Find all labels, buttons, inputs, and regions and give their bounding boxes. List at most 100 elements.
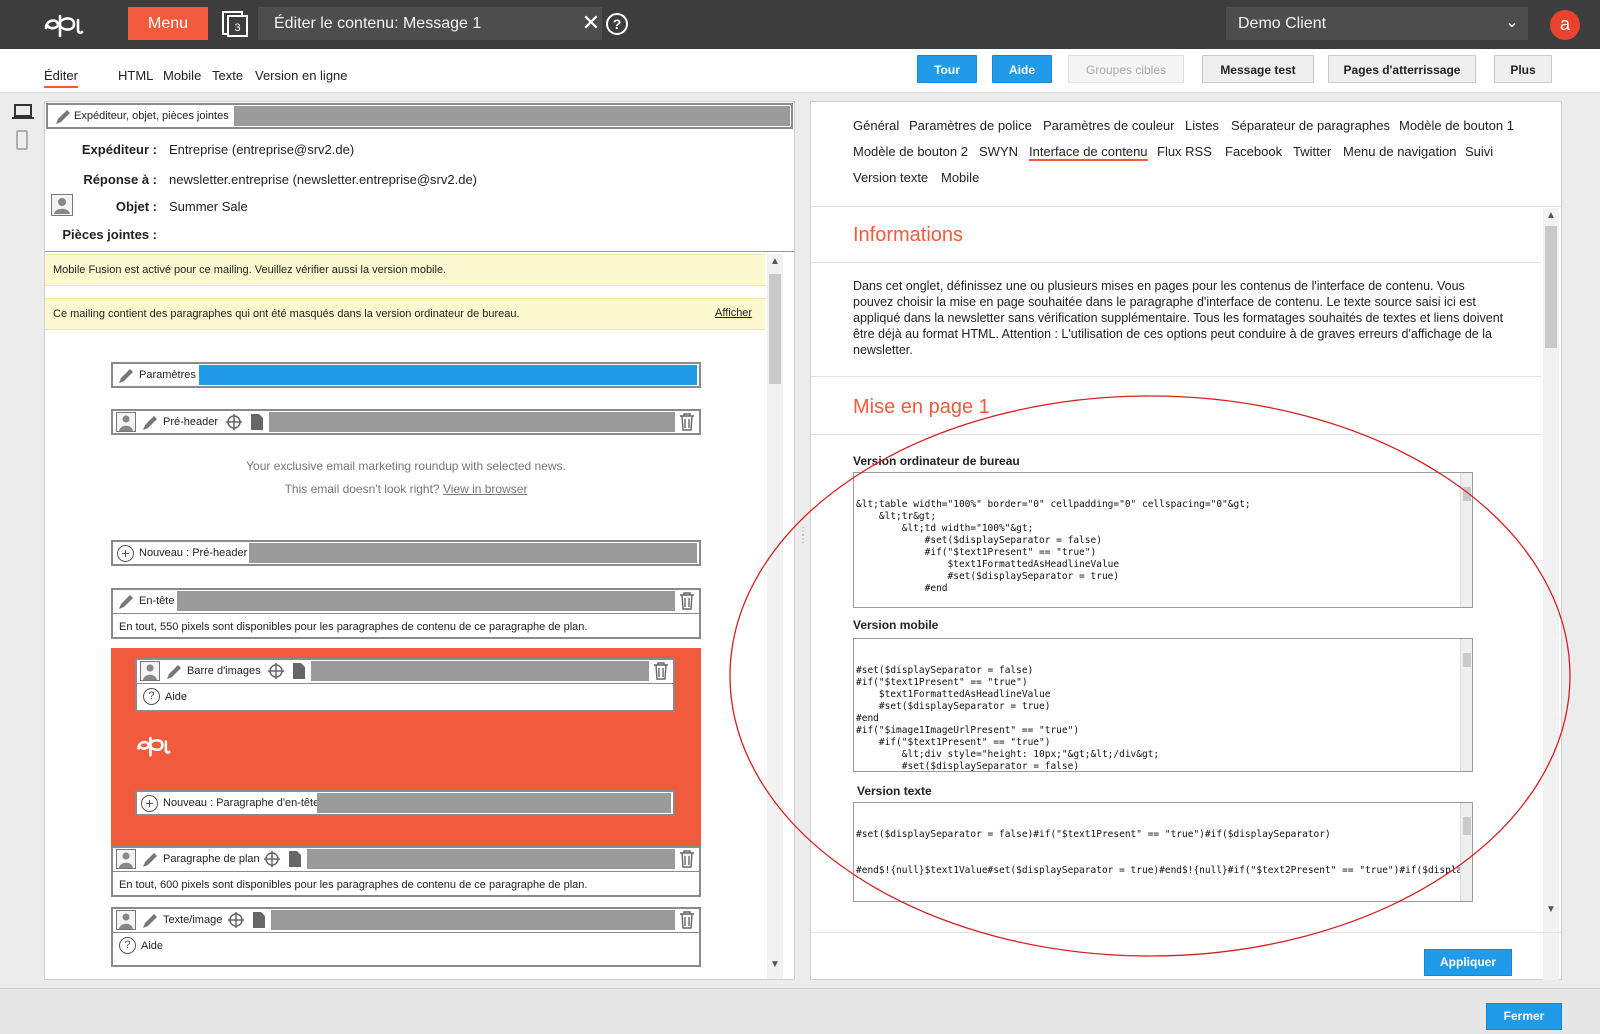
tab-version-en-ligne[interactable]: Version en ligne [255, 68, 348, 88]
parametres-bar[interactable]: Paramètres [111, 362, 701, 388]
nav-general[interactable]: Général [853, 118, 899, 133]
menu-button[interactable]: Menu [128, 7, 208, 40]
aide-label[interactable]: Aide [141, 940, 163, 952]
splitter-handle-icon[interactable]: ⋮ ⋮ [798, 527, 808, 554]
pencil-icon[interactable] [54, 108, 72, 126]
scroll-thumb[interactable] [1545, 226, 1557, 348]
left-scrollbar[interactable]: ▲ ▼ [767, 254, 783, 979]
target-icon[interactable] [267, 662, 285, 680]
scroll-thumb[interactable] [769, 274, 781, 384]
target-icon[interactable] [227, 911, 245, 929]
nav-content-interface[interactable]: Interface de contenu [1029, 144, 1148, 161]
nav-navigation-menu[interactable]: Menu de navigation [1343, 144, 1456, 159]
sender-section-bar[interactable]: Expéditeur, objet, pièces jointes [46, 103, 793, 129]
person-icon[interactable] [116, 412, 136, 432]
nav-paragraph-separator[interactable]: Séparateur de paragraphes [1231, 118, 1390, 133]
apply-button[interactable]: Appliquer [1424, 949, 1512, 976]
preheader-bar[interactable]: Pré-header [111, 409, 701, 435]
desktop-code-field[interactable]: &lt;table width="100%" border="0" cellpa… [853, 472, 1473, 608]
plus-circle-icon[interactable]: + [117, 545, 134, 562]
person-icon[interactable] [116, 910, 136, 930]
groupes-cibles-button[interactable]: Groupes cibles [1068, 55, 1184, 83]
nav-font-settings[interactable]: Paramètres de police [909, 118, 1032, 133]
view-in-browser-link[interactable]: View in browser [443, 482, 527, 496]
tab-texte[interactable]: Texte [212, 68, 243, 88]
aide-button[interactable]: Aide [992, 55, 1052, 83]
trash-icon[interactable] [653, 662, 669, 680]
trash-icon[interactable] [679, 911, 695, 929]
copy-icon[interactable] [251, 911, 267, 929]
tab-editer[interactable]: Éditer [44, 68, 78, 88]
target-icon[interactable] [263, 850, 281, 868]
new-header-paragraph-bar[interactable]: + Nouveau : Paragraphe d'en-tête [135, 790, 675, 816]
nav-tracking[interactable]: Suivi [1465, 144, 1493, 159]
close-icon[interactable]: ✕ [580, 10, 602, 36]
pencil-icon[interactable] [165, 663, 183, 681]
scroll-up-icon[interactable]: ▲ [770, 256, 780, 267]
code-scrollbar[interactable] [1460, 803, 1472, 901]
mobile-code-field[interactable]: #set($displaySeparator = false) #if("$te… [853, 638, 1473, 772]
entete-block[interactable]: En-tête En tout, 550 pixels sont disponi… [111, 588, 701, 639]
trash-icon[interactable] [679, 592, 695, 610]
help-circle-icon[interactable]: ? [143, 688, 160, 705]
plus-circle-icon[interactable]: + [141, 795, 158, 812]
help-icon[interactable]: ? [606, 13, 628, 35]
epi-logo[interactable] [42, 8, 112, 40]
nav-rss[interactable]: Flux RSS [1157, 144, 1212, 159]
reply-to-value: newsletter.entreprise (newsletter.entrep… [169, 172, 478, 187]
scroll-thumb[interactable] [1463, 653, 1471, 667]
scroll-up-icon[interactable]: ▲ [1546, 210, 1556, 221]
nav-twitter[interactable]: Twitter [1293, 144, 1331, 159]
nav-button-model-2[interactable]: Modèle de bouton 2 [853, 144, 968, 159]
tab-mobile[interactable]: Mobile [163, 68, 201, 88]
paragraphe-plan-block[interactable]: Paragraphe de plan En tout, 600 pixels s… [111, 846, 701, 897]
nav-facebook[interactable]: Facebook [1225, 144, 1282, 159]
document-count-icon[interactable]: 3 [222, 11, 248, 37]
divider [811, 932, 1561, 933]
tour-button[interactable]: Tour [917, 55, 977, 83]
code-scrollbar[interactable] [1460, 639, 1472, 771]
texte-image-block[interactable]: Texte/image ? Aide [111, 907, 701, 967]
pencil-icon[interactable] [117, 367, 135, 385]
code-scrollbar[interactable] [1460, 473, 1472, 607]
pencil-icon[interactable] [141, 851, 159, 869]
new-preheader-bar[interactable]: + Nouveau : Pré-header [111, 540, 701, 566]
copy-icon[interactable] [287, 850, 303, 868]
help-circle-icon[interactable]: ? [119, 937, 136, 954]
nav-color-settings[interactable]: Paramètres de couleur [1043, 118, 1175, 133]
scroll-down-icon[interactable]: ▼ [770, 959, 780, 970]
message-test-button[interactable]: Message test [1202, 55, 1314, 83]
text-code-field[interactable]: #set($displaySeparator = false)#if("$tex… [853, 802, 1473, 902]
nav-mobile[interactable]: Mobile [941, 170, 979, 185]
afficher-link[interactable]: Afficher [715, 307, 752, 319]
barre-images-block[interactable]: Barre d'images ? Aide [135, 658, 675, 712]
scroll-thumb[interactable] [1463, 487, 1471, 501]
right-scrollbar[interactable]: ▲ ▼ [1543, 208, 1559, 980]
nav-button-model-1[interactable]: Modèle de bouton 1 [1399, 118, 1514, 133]
mobile-icon[interactable] [16, 130, 28, 150]
scroll-down-icon[interactable]: ▼ [1546, 904, 1556, 915]
nav-lists[interactable]: Listes [1185, 118, 1219, 133]
trash-icon[interactable] [679, 413, 695, 431]
aide-label[interactable]: Aide [165, 691, 187, 703]
scroll-thumb[interactable] [1463, 817, 1471, 835]
target-icon[interactable] [225, 413, 243, 431]
landing-pages-button[interactable]: Pages d'atterrissage [1328, 55, 1476, 83]
pencil-icon[interactable] [117, 593, 135, 611]
person-icon[interactable] [140, 661, 160, 681]
user-avatar[interactable]: a [1550, 10, 1580, 40]
copy-icon[interactable] [291, 662, 307, 680]
close-button[interactable]: Fermer [1486, 1003, 1562, 1030]
trash-icon[interactable] [679, 850, 695, 868]
copy-icon[interactable] [249, 413, 265, 431]
plus-button[interactable]: Plus [1494, 55, 1552, 83]
nav-swyn[interactable]: SWYN [979, 144, 1018, 159]
pencil-icon[interactable] [141, 912, 159, 930]
chevron-down-icon[interactable]: ⌄ [1500, 9, 1524, 37]
person-icon[interactable] [116, 849, 136, 869]
laptop-icon[interactable] [12, 104, 34, 120]
pencil-icon[interactable] [141, 414, 159, 432]
nav-text-version[interactable]: Version texte [853, 170, 928, 185]
client-select[interactable]: Demo Client [1226, 7, 1528, 40]
tab-html[interactable]: HTML [118, 68, 153, 88]
